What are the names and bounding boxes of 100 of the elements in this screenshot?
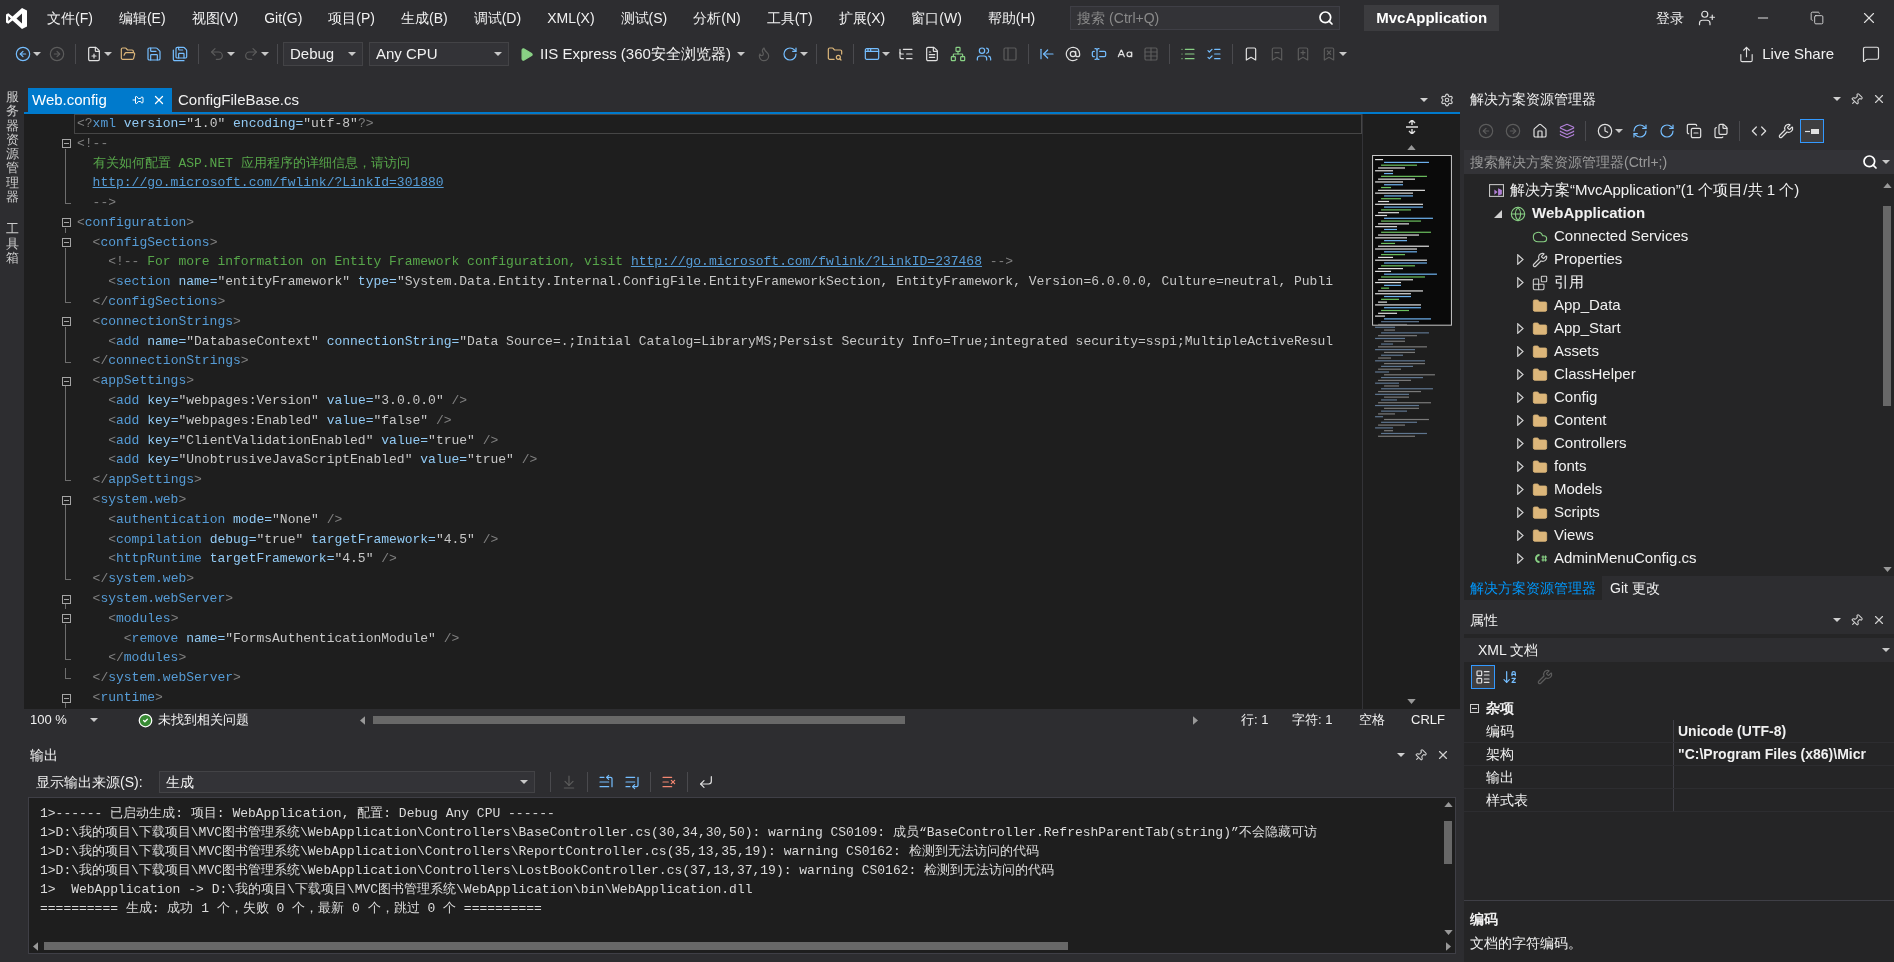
- arrow-to-line-icon[interactable]: [1038, 46, 1055, 62]
- scrollbar-thumb[interactable]: [1444, 821, 1452, 864]
- scroll-up-arrow-icon[interactable]: [1443, 802, 1453, 807]
- list-icon[interactable]: [1179, 46, 1196, 62]
- menu-item[interactable]: 编辑(E): [105, 7, 179, 29]
- folder-search-icon[interactable]: [826, 46, 843, 62]
- caret-right-icon[interactable]: [1516, 461, 1524, 472]
- scroll-left-arrow-icon[interactable]: [360, 715, 365, 725]
- collapse-box-icon[interactable]: [61, 317, 71, 327]
- layers-icon[interactable]: [1558, 123, 1575, 139]
- document-icon[interactable]: [923, 46, 940, 62]
- close-icon[interactable]: [1872, 613, 1886, 627]
- sync-arrows-icon[interactable]: [1631, 123, 1648, 139]
- close-icon[interactable]: [152, 93, 166, 107]
- caret-icon[interactable]: [1882, 160, 1890, 164]
- tree-item[interactable]: ClassHelper: [1554, 363, 1636, 386]
- collapse-box-icon[interactable]: [61, 614, 71, 624]
- property-name-cell[interactable]: 输出: [1486, 766, 1674, 788]
- scroll-right-arrow-icon[interactable]: [1446, 941, 1451, 951]
- list-end-icon[interactable]: [623, 774, 640, 790]
- menu-item[interactable]: 测试(S): [607, 7, 681, 29]
- line-ending-status[interactable]: CRLF: [1411, 710, 1445, 730]
- caret-right-icon[interactable]: [1516, 277, 1524, 288]
- scroll-down-arrow-icon[interactable]: [1882, 567, 1892, 572]
- caret-icon[interactable]: [348, 52, 356, 56]
- menu-item[interactable]: 工具(T): [753, 7, 826, 29]
- scrollbar-thumb[interactable]: [44, 942, 1068, 950]
- panel-tab[interactable]: Git 更改: [1602, 576, 1668, 600]
- new-file-icon[interactable]: [86, 46, 102, 62]
- close-icon[interactable]: [1872, 92, 1886, 106]
- zoom-dropdown[interactable]: 100 %: [26, 710, 102, 730]
- caret-icon[interactable]: [1420, 98, 1428, 102]
- tree-item[interactable]: WebApplication: [1532, 202, 1646, 225]
- run-button[interactable]: IIS Express (360安全浏览器): [515, 41, 751, 67]
- code-icon[interactable]: [1750, 123, 1767, 139]
- pin-icon[interactable]: [132, 94, 144, 106]
- files-icon[interactable]: [1712, 123, 1729, 139]
- scroll-right-arrow-icon[interactable]: [1193, 715, 1198, 725]
- caret-right-icon[interactable]: [1516, 438, 1524, 449]
- hierarchy-icon[interactable]: [949, 46, 966, 62]
- object-dropdown[interactable]: XML 文档: [1464, 638, 1894, 662]
- collapse-box-icon[interactable]: [61, 238, 71, 248]
- search-field[interactable]: 搜索 (Ctrl+Q): [1070, 6, 1341, 30]
- tree-item[interactable]: 解决方案“MvcApplication”(1 个项目/共 1 个): [1510, 179, 1800, 202]
- scroll-left-arrow-icon[interactable]: [33, 941, 38, 951]
- caret-right-icon[interactable]: [1516, 530, 1524, 541]
- menu-item[interactable]: 窗口(W): [898, 7, 975, 29]
- dropdown[interactable]: Debug: [283, 42, 363, 66]
- caret-down-icon[interactable]: [1494, 209, 1502, 218]
- circular-arrow-icon[interactable]: [781, 46, 798, 62]
- save-icon[interactable]: [146, 46, 162, 62]
- caret-icon[interactable]: [1833, 97, 1841, 101]
- caret-icon[interactable]: [519, 780, 528, 784]
- tree-item[interactable]: Controllers: [1554, 432, 1627, 455]
- caret-icon[interactable]: [494, 52, 502, 56]
- tree-item[interactable]: Connected Services: [1554, 225, 1689, 248]
- property-value-field[interactable]: Unicode (UTF-8): [1674, 720, 1894, 742]
- issues-status[interactable]: 未找到相关问题: [158, 710, 249, 730]
- user-plus-icon[interactable]: [1698, 9, 1716, 27]
- caret-right-icon[interactable]: [1516, 484, 1524, 495]
- property-value-field[interactable]: "C:\Program Files (x86)\Micr: [1674, 743, 1894, 765]
- clock-icon[interactable]: [1596, 123, 1613, 139]
- line-status[interactable]: 行: 1: [1241, 710, 1292, 730]
- collapse-box-icon[interactable]: [61, 139, 71, 149]
- caret-right-icon[interactable]: [1516, 415, 1524, 426]
- caret-right-icon[interactable]: [1516, 553, 1524, 564]
- caret-icon[interactable]: [881, 52, 890, 56]
- list-checks-icon[interactable]: [1205, 46, 1222, 62]
- menu-item[interactable]: Git(G): [251, 7, 316, 29]
- tree-item[interactable]: Views: [1554, 524, 1594, 547]
- restore-icon[interactable]: [1810, 11, 1824, 25]
- dropdown[interactable]: Any CPU: [369, 42, 509, 66]
- users-icon[interactable]: [975, 46, 992, 62]
- collapse-box-icon[interactable]: [61, 218, 71, 228]
- tree-item[interactable]: App_Data: [1554, 294, 1621, 317]
- tree-item[interactable]: 引用: [1554, 271, 1584, 294]
- tree-item[interactable]: AdminMenuConfig.cs: [1554, 547, 1697, 570]
- caret-icon[interactable]: [736, 52, 745, 56]
- settings-icon[interactable]: [1440, 93, 1454, 107]
- home-icon[interactable]: [1531, 123, 1548, 139]
- text-cursor-icon[interactable]: [1090, 46, 1107, 62]
- collapse-box-icon[interactable]: [61, 693, 71, 703]
- caret-right-icon[interactable]: [1516, 507, 1524, 518]
- code-link[interactable]: http://go.microsoft.com/fwlink/?LinkId=301880: [92, 175, 444, 191]
- tree-item[interactable]: Config: [1554, 386, 1598, 409]
- caret-right-icon[interactable]: [1516, 254, 1524, 265]
- column-status[interactable]: 字符: 1: [1292, 710, 1359, 730]
- caret-icon[interactable]: [104, 52, 112, 56]
- speech-bubble-icon[interactable]: [1862, 45, 1880, 63]
- browser-window-icon[interactable]: [863, 46, 880, 62]
- caret-icon[interactable]: [1882, 648, 1890, 652]
- scroll-up-arrow-icon[interactable]: [1882, 183, 1892, 188]
- side-tab[interactable]: 工具箱: [5, 222, 19, 266]
- list-tree-icon[interactable]: [897, 46, 914, 62]
- caret-icon[interactable]: [90, 718, 98, 722]
- panel-tab[interactable]: 解决方案资源管理器: [1464, 576, 1602, 600]
- caret-icon[interactable]: [799, 52, 808, 56]
- tree-item[interactable]: fonts: [1554, 455, 1587, 478]
- tree-item[interactable]: App_Start: [1554, 317, 1621, 340]
- minus-box-icon[interactable]: [1470, 704, 1479, 713]
